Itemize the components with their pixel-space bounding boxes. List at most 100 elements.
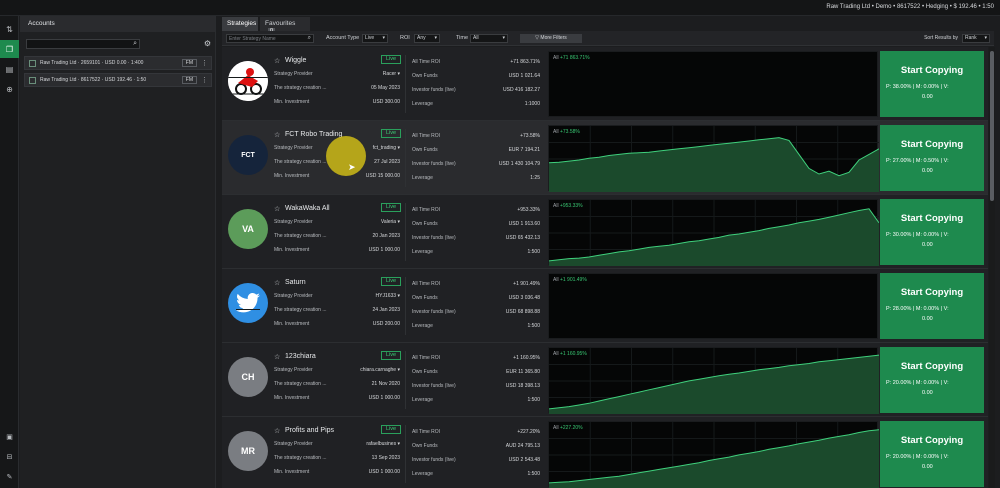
tab-strategies[interactable]: Strategies — [222, 17, 258, 31]
start-copying-button[interactable]: Start Copying P: 20.00% | M: 0.00% | V: 0.… — [880, 421, 984, 487]
own-funds-value: USD 1 021.64 — [508, 73, 540, 79]
gear-icon[interactable]: ⚙ — [204, 39, 211, 48]
fees-v-value: 0.00 — [922, 168, 933, 174]
start-copying-button[interactable]: Start Copying P: 38.00% | M: 0.00% | V: 0.… — [880, 51, 984, 117]
own-funds-label: Own Funds — [412, 147, 438, 153]
star-icon[interactable]: ☆ — [274, 205, 280, 213]
start-copying-button[interactable]: Start Copying P: 28.00% | M: 0.00% | V: 0.… — [880, 273, 984, 339]
divider — [405, 351, 406, 409]
roi-select[interactable]: Any ▾ — [414, 34, 440, 43]
strategy-name[interactable]: Wiggle — [285, 57, 306, 64]
provider-value[interactable]: HYJ1633 ▾ — [342, 293, 400, 299]
own-funds-value: EUR 7 194.21 — [508, 147, 540, 153]
star-icon[interactable]: ☆ — [274, 353, 280, 361]
time-select[interactable]: All ▾ — [470, 34, 508, 43]
more-icon[interactable]: ⋮ — [201, 59, 208, 67]
investor-funds-label: Investor funds (live) — [412, 161, 456, 167]
live-badge: Live — [381, 129, 401, 138]
strategy-row[interactable]: MR ☆ Profits and Pips Live Strategy Provider… — [222, 417, 988, 488]
strategy-search-input[interactable]: Enter Strategy Name ⌕ — [226, 34, 314, 43]
avatar-initials: FCT — [241, 151, 255, 159]
more-icon[interactable]: ⋮ — [201, 76, 208, 84]
strategy-name[interactable]: Profits and Pips — [285, 427, 334, 434]
search-icon[interactable]: ⌕ — [133, 40, 137, 48]
filter-bar: Enter Strategy Name ⌕ Account Type Live ▾… — [222, 31, 994, 46]
scrollbar-thumb[interactable] — [990, 51, 994, 201]
edit-icon[interactable]: ✎ — [0, 470, 19, 484]
provider-label: Strategy Provider — [274, 367, 313, 373]
account-checkbox[interactable] — [29, 59, 36, 67]
provider-value[interactable]: Valeria ▾ — [342, 219, 400, 225]
investor-funds-value: USD 65 432.13 — [505, 235, 540, 241]
min-investment-value: USD 300.00 — [372, 99, 400, 105]
accounts-search-input[interactable]: ⌕ — [26, 39, 140, 49]
investor-funds-value: USD 416 182.27 — [503, 87, 540, 93]
fees-text: P: 38.00% | M: 0.00% | V: — [886, 84, 949, 90]
sort-select[interactable]: Rank ▾ — [962, 34, 990, 43]
own-funds-value: EUR 11 365.80 — [506, 369, 540, 375]
equity-chart[interactable]: All +1 901.49% — [548, 273, 878, 339]
accounts-panel: Accounts ⌕ ⚙ Raw Trading Ltd · 2659101 ·… — [20, 16, 216, 488]
account-type-label: Account Type — [326, 35, 360, 41]
strategy-name[interactable]: Saturn — [285, 279, 306, 286]
wallet-icon[interactable]: ▤ — [0, 60, 19, 78]
account-row[interactable]: Raw Trading Ltd · 2659101 · USD 0.00 · 1… — [24, 56, 212, 70]
strategy-row[interactable]: CH ☆ 123chiara Live Strategy Provider chiara.… — [222, 343, 988, 417]
fees-text: P: 28.00% | M: 0.00% | V: — [886, 306, 949, 312]
start-copying-button[interactable]: Start Copying P: 20.00% | M: 0.00% | V: 0.… — [880, 347, 984, 413]
strategy-name[interactable]: FCT Robo Trading — [285, 131, 342, 138]
start-copying-label: Start Copying — [900, 65, 964, 76]
account-type-select[interactable]: Live ▾ — [362, 34, 388, 43]
strategy-row[interactable]: ☆ Wiggle Live Strategy Provider Racer ▾ The s… — [222, 47, 988, 121]
bird-logo-icon — [236, 293, 260, 313]
roi-value: +227.20% — [517, 429, 540, 435]
provider-value[interactable]: Racer ▾ — [342, 71, 400, 77]
strategy-name[interactable]: WakaWaka All — [285, 205, 330, 212]
strategy-row[interactable]: VA ☆ WakaWaka All Live Strategy Provider Vale… — [222, 195, 988, 269]
live-badge: Live — [381, 277, 401, 286]
provider-label: Strategy Provider — [274, 219, 313, 225]
start-copying-button[interactable]: Start Copying P: 27.00% | M: 0.50% | V: 0.… — [880, 125, 984, 191]
star-icon[interactable]: ☆ — [274, 131, 280, 139]
fees-text: P: 30.00% | M: 0.00% | V: — [886, 232, 949, 238]
star-icon[interactable]: ☆ — [274, 57, 280, 65]
equity-chart[interactable]: All +227.20% — [548, 421, 879, 488]
fm-button[interactable]: FM — [181, 59, 197, 67]
equity-chart[interactable]: All +953.33% — [548, 199, 879, 266]
provider-value[interactable]: rafaelbusines ▾ — [342, 441, 400, 447]
provider-label: Strategy Provider — [274, 293, 313, 299]
more-filters-button[interactable]: ▽ More Filters — [520, 34, 582, 43]
own-funds-label: Own Funds — [412, 295, 438, 301]
created-label: The strategy creation ... — [274, 307, 327, 313]
star-icon[interactable]: ☆ — [274, 279, 280, 287]
live-badge: Live — [381, 351, 401, 360]
strategy-name[interactable]: 123chiara — [285, 353, 316, 360]
equity-chart[interactable]: All +1 160.95% — [548, 347, 879, 414]
own-funds-label: Own Funds — [412, 369, 438, 375]
star-icon[interactable]: ☆ — [274, 427, 280, 435]
leverage-value: 1:25 — [530, 175, 540, 181]
cart-icon[interactable]: ⊟ — [0, 450, 19, 464]
search-plus-icon[interactable]: ⊕ — [0, 80, 19, 98]
tab-favourites[interactable]: Favourites0 — [260, 17, 310, 34]
start-copying-button[interactable]: Start Copying P: 30.00% | M: 0.00% | V: 0.… — [880, 199, 984, 265]
strategy-row[interactable]: ☆ Saturn Live Strategy Provider HYJ1633 ▾ The… — [222, 269, 988, 343]
avatar — [228, 61, 268, 101]
copy-icon[interactable]: ❐ — [0, 40, 19, 58]
search-icon[interactable]: ⌕ — [308, 34, 311, 42]
account-row[interactable]: Raw Trading Ltd · 8617522 · USD 192.46 ·… — [24, 73, 212, 87]
swap-icon[interactable]: ⇅ — [0, 20, 19, 38]
briefcase-icon[interactable]: ▣ — [0, 430, 19, 444]
fm-button[interactable]: FM — [181, 76, 197, 84]
equity-chart[interactable]: All +71 863.71% — [548, 51, 878, 117]
leverage-value: 1:500 — [527, 471, 540, 477]
fees-v-value: 0.00 — [922, 390, 933, 396]
min-investment-value: USD 1 000.00 — [368, 247, 400, 253]
own-funds-value: USD 1 913.60 — [508, 221, 540, 227]
list-scrollbar[interactable] — [989, 47, 995, 488]
equity-chart[interactable]: All +73.58% — [548, 125, 879, 192]
account-checkbox[interactable] — [29, 76, 36, 84]
investor-funds-value: USD 18 398.13 — [505, 383, 540, 389]
sort-label: Sort Results by — [924, 35, 958, 41]
provider-value[interactable]: chiara.carnaghe ▾ — [342, 367, 400, 373]
